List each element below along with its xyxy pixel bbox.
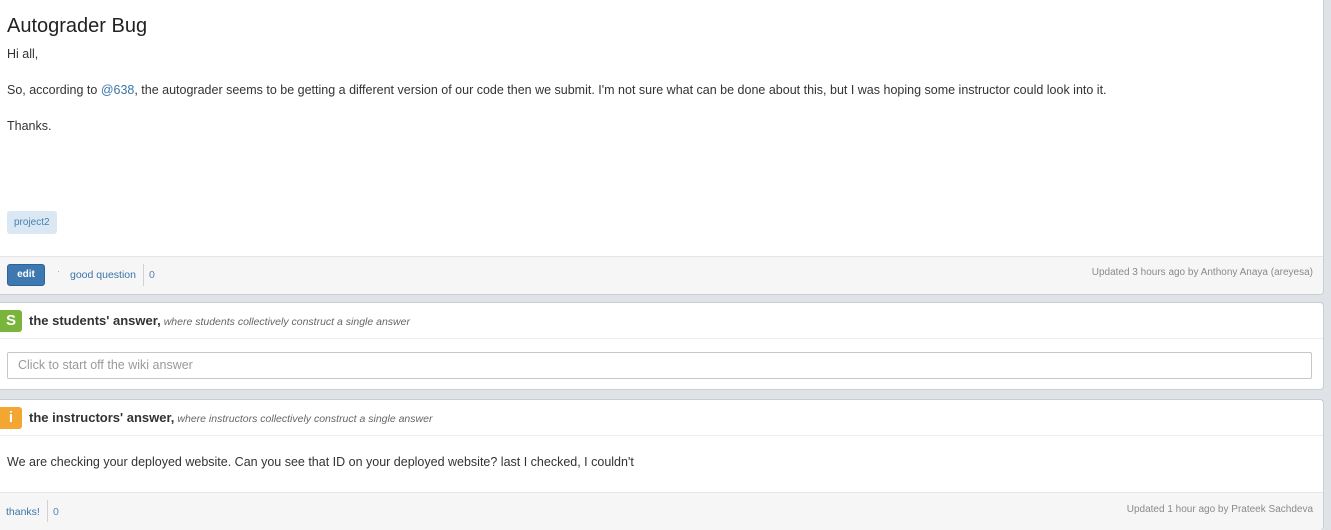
students-answer-header: S the students' answer, where students co…	[0, 303, 1323, 339]
question-author[interactable]: Anthony Anaya (areyesa)	[1201, 267, 1313, 278]
instructors-answer-subtitle: where instructors collectively construct…	[177, 413, 433, 425]
post-body-text-2: , the autograder seems to be getting a d…	[134, 83, 1107, 97]
good-question-count: 0	[149, 269, 155, 281]
post-body-text-1: So, according to	[7, 83, 101, 97]
instructors-answer-card: i the instructors' answer, where instruct…	[0, 399, 1324, 530]
instructors-updated-prefix: Updated 1 hour ago by	[1126, 504, 1232, 515]
instructors-updated-info: Updated 1 hour ago by Prateek Sachdeva	[1127, 504, 1313, 515]
instructor-author[interactable]: Prateek Sachdeva	[1231, 504, 1313, 515]
tag-project2[interactable]: project2	[7, 211, 57, 234]
instructors-answer-body: We are checking your deployed website. C…	[7, 455, 634, 469]
instructors-answer-title: the instructors' answer, where instructor…	[29, 410, 432, 425]
instructors-answer-header: i the instructors' answer, where instruct…	[0, 400, 1323, 436]
wiki-answer-input[interactable]: Click to start off the wiki answer	[7, 352, 1312, 379]
post-title: Autograder Bug	[7, 15, 148, 37]
divider	[47, 500, 48, 522]
post-body: So, according to @638, the autograder se…	[7, 83, 1107, 97]
separator-dot: ·	[57, 266, 60, 276]
students-answer-title: the students' answer, where students coll…	[29, 313, 410, 328]
student-badge-icon: S	[0, 310, 22, 332]
divider	[143, 264, 144, 286]
post-greeting: Hi all,	[7, 47, 39, 61]
students-answer-card: S the students' answer, where students co…	[0, 302, 1324, 390]
question-updated-info: Updated 3 hours ago by Anthony Anaya (ar…	[1092, 267, 1313, 278]
instructors-answer-footer: thanks! 0 Updated 1 hour ago by Prateek …	[0, 492, 1323, 530]
thanks-count: 0	[53, 506, 59, 518]
thanks-button[interactable]: thanks!	[6, 506, 40, 518]
students-answer-title-text: the students' answer,	[29, 313, 161, 328]
post-closing: Thanks.	[7, 119, 52, 133]
instructor-badge-icon: i	[0, 407, 22, 429]
question-footer: edit · good question 0 Updated 3 hours a…	[0, 256, 1323, 294]
good-question-button[interactable]: good question	[70, 269, 136, 281]
question-card: Autograder Bug Hi all, So, according to …	[0, 0, 1324, 295]
question-updated-prefix: Updated 3 hours ago by	[1091, 267, 1201, 278]
students-answer-subtitle: where students collectively construct a …	[163, 316, 410, 328]
post-reference-link[interactable]: @638	[101, 83, 135, 97]
instructors-answer-title-text: the instructors' answer,	[29, 410, 175, 425]
edit-button[interactable]: edit	[7, 264, 45, 286]
